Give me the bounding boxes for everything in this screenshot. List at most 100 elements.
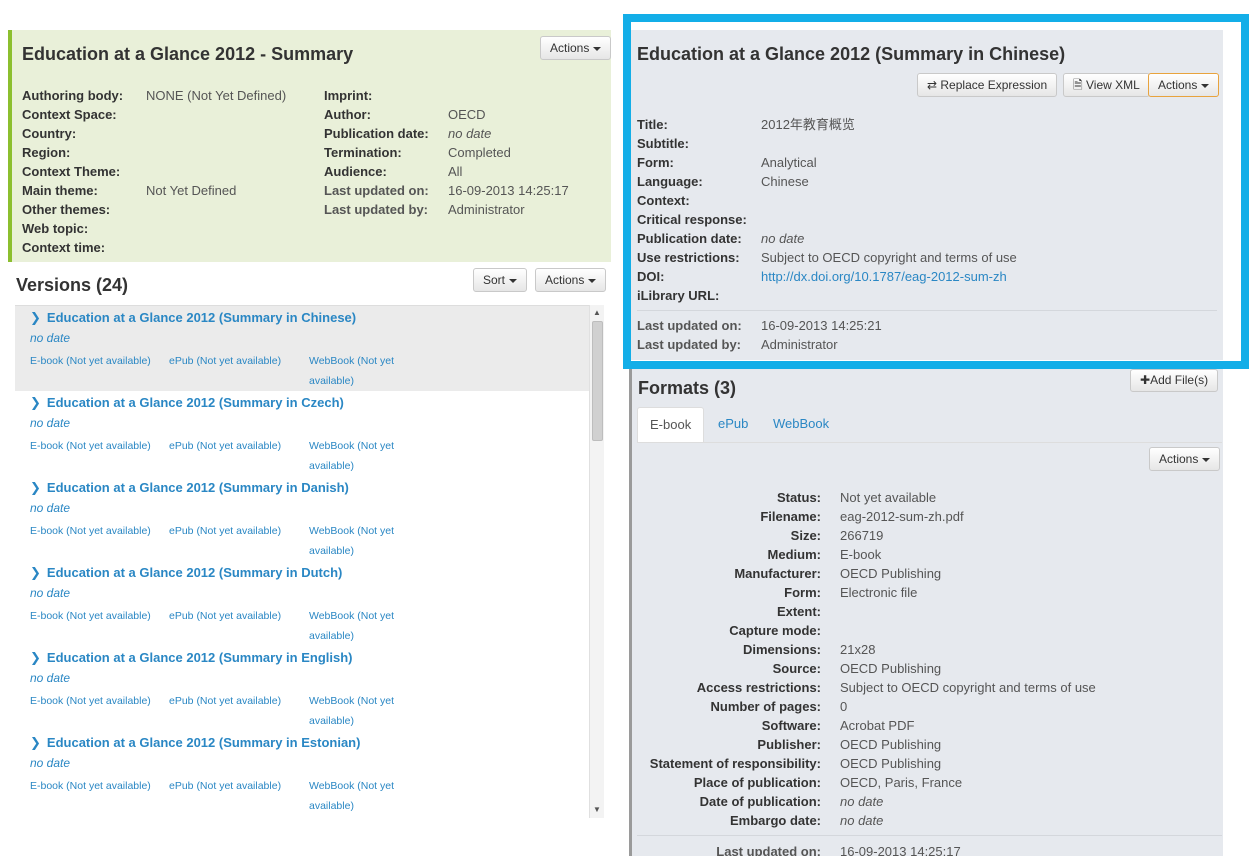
version-date: no date	[30, 756, 71, 770]
format-meta: Last updated on: 16-09-2013 14:25:17	[632, 842, 1222, 856]
field-label: Imprint:	[324, 88, 373, 103]
chevron-right-icon: ❯	[30, 480, 41, 495]
version-item[interactable]: ❯ Education at a Glance 2012 (Summary in …	[15, 476, 604, 561]
scrollbar-thumb[interactable]	[592, 321, 603, 441]
expression-actions-button[interactable]: Actions	[1148, 73, 1220, 97]
caret-down-icon	[1201, 83, 1210, 88]
epub-link[interactable]: ePub (Not yet available)	[169, 351, 281, 371]
ebook-link[interactable]: E-book (Not yet available)	[30, 351, 151, 371]
field-value: no date	[840, 794, 884, 809]
field-value: NONE (Not Yet Defined)	[146, 88, 287, 103]
field-label: Language:	[637, 174, 703, 189]
scroll-down-icon[interactable]: ▼	[593, 805, 601, 814]
field-value: Electronic file	[840, 585, 918, 600]
webbook-link-line1: WebBook (Not yet	[309, 440, 395, 452]
field-value: 16-09-2013 14:25:21	[761, 318, 882, 333]
webbook-link[interactable]: WebBook (Not yet available)	[309, 776, 394, 816]
version-item[interactable]: ❯ Education at a Glance 2012 (Summary in …	[15, 646, 604, 731]
summary-right-fields: Imprint: Author: OECD Publication date: no…	[324, 86, 569, 219]
add-files-button[interactable]: ✚Add File(s)	[1130, 369, 1219, 392]
field-label: Authoring body:	[22, 88, 124, 103]
field-label: Region:	[22, 145, 71, 160]
version-item[interactable]: ❯ Education at a Glance 2012 (Summary in …	[15, 306, 604, 391]
webbook-link-line2: available)	[309, 545, 354, 557]
ebook-link[interactable]: E-book (Not yet available)	[30, 691, 151, 711]
field-value: 266719	[840, 528, 884, 543]
field-label: Statement of responsibility:	[649, 756, 821, 771]
field-value: no date	[761, 231, 805, 246]
version-title-link[interactable]: ❯ Education at a Glance 2012 (Summary in …	[30, 310, 356, 326]
version-date: no date	[30, 586, 71, 600]
chevron-right-icon: ❯	[30, 650, 41, 665]
field-label: Publication date:	[324, 126, 429, 141]
tab-epub[interactable]: ePub	[706, 407, 760, 443]
field-value: 2012年教育概览	[761, 117, 855, 132]
version-title-link[interactable]: ❯ Education at a Glance 2012 (Summary in …	[30, 565, 342, 581]
caret-down-icon	[509, 278, 518, 283]
epub-link[interactable]: ePub (Not yet available)	[169, 691, 281, 711]
webbook-link[interactable]: WebBook (Not yet available)	[309, 351, 394, 391]
doi-link[interactable]: http://dx.doi.org/10.1787/eag-2012-sum-z…	[761, 267, 1007, 286]
field-label: Country:	[22, 126, 77, 141]
chevron-right-icon: ❯	[30, 565, 41, 580]
ebook-link[interactable]: E-book (Not yet available)	[30, 521, 151, 541]
webbook-link-line1: WebBook (Not yet	[309, 610, 395, 622]
field-value: OECD Publishing	[840, 737, 942, 752]
field-value: Analytical	[761, 155, 817, 170]
versions-actions-label: Actions	[545, 273, 585, 287]
field-label: Dimensions:	[742, 642, 821, 657]
view-xml-button[interactable]: 🗎 View XML	[1063, 73, 1150, 97]
version-item[interactable]: ❯ Education at a Glance 2012 (Summary in …	[15, 391, 604, 476]
field-value: OECD	[448, 107, 486, 122]
epub-link[interactable]: ePub (Not yet available)	[169, 606, 281, 626]
ebook-link[interactable]: E-book (Not yet available)	[30, 606, 151, 626]
tab-ebook[interactable]: E-book	[637, 407, 705, 443]
version-date: no date	[30, 331, 71, 345]
webbook-link[interactable]: WebBook (Not yet available)	[309, 521, 394, 561]
field-label: DOI:	[637, 269, 665, 284]
caret-down-icon	[588, 278, 597, 283]
epub-link[interactable]: ePub (Not yet available)	[169, 776, 281, 796]
field-label: Subtitle:	[637, 136, 689, 151]
scroll-up-icon[interactable]: ▲	[593, 308, 601, 317]
version-date: no date	[30, 501, 71, 515]
field-value: OECD Publishing	[840, 756, 942, 771]
sort-button[interactable]: Sort	[473, 268, 528, 292]
versions-scrollbar[interactable]: ▲ ▼	[589, 305, 604, 818]
field-value: Chinese	[761, 174, 809, 189]
field-label: Context time:	[22, 240, 106, 255]
webbook-link-line2: available)	[309, 800, 354, 812]
summary-actions-button[interactable]: Actions	[540, 36, 612, 60]
webbook-link[interactable]: WebBook (Not yet available)	[309, 436, 394, 476]
version-title-link[interactable]: ❯ Education at a Glance 2012 (Summary in …	[30, 480, 349, 496]
view-xml-label: View XML	[1085, 78, 1140, 92]
ebook-link[interactable]: E-book (Not yet available)	[30, 436, 151, 456]
field-label: Extent:	[776, 604, 821, 619]
version-title-link[interactable]: ❯ Education at a Glance 2012 (Summary in …	[30, 735, 360, 751]
webbook-link[interactable]: WebBook (Not yet available)	[309, 691, 394, 731]
divider	[637, 835, 1222, 836]
version-item[interactable]: ❯ Education at a Glance 2012 (Summary in …	[15, 561, 604, 646]
version-item[interactable]: ❯ Education at a Glance 2012 (Summary in …	[15, 731, 604, 816]
version-title-link[interactable]: ❯ Education at a Glance 2012 (Summary in …	[30, 650, 353, 666]
field-value: Acrobat PDF	[840, 718, 915, 733]
replace-expression-button[interactable]: ⇄ Replace Expression	[917, 73, 1058, 97]
field-value: Subject to OECD copyright and terms of u…	[840, 680, 1096, 695]
formats-actions-button[interactable]: Actions	[1149, 447, 1221, 471]
webbook-link[interactable]: WebBook (Not yet available)	[309, 606, 394, 646]
version-title: Education at a Glance 2012 (Summary in E…	[46, 735, 361, 750]
epub-link[interactable]: ePub (Not yet available)	[169, 521, 281, 541]
field-value: E-book	[840, 547, 882, 562]
version-title-link[interactable]: ❯ Education at a Glance 2012 (Summary in …	[30, 395, 344, 411]
field-value: OECD, Paris, France	[840, 775, 963, 790]
field-value: no date	[840, 813, 884, 828]
epub-link[interactable]: ePub (Not yet available)	[169, 436, 281, 456]
webbook-link-line2: available)	[309, 630, 354, 642]
tab-webbook[interactable]: WebBook	[761, 407, 841, 443]
versions-list: ❯ Education at a Glance 2012 (Summary in …	[15, 305, 604, 818]
field-label: Context:	[637, 193, 690, 208]
versions-actions-button[interactable]: Actions	[535, 268, 607, 292]
formats-actions-label: Actions	[1159, 452, 1199, 466]
ebook-link[interactable]: E-book (Not yet available)	[30, 776, 151, 796]
field-label: Author:	[324, 107, 371, 122]
